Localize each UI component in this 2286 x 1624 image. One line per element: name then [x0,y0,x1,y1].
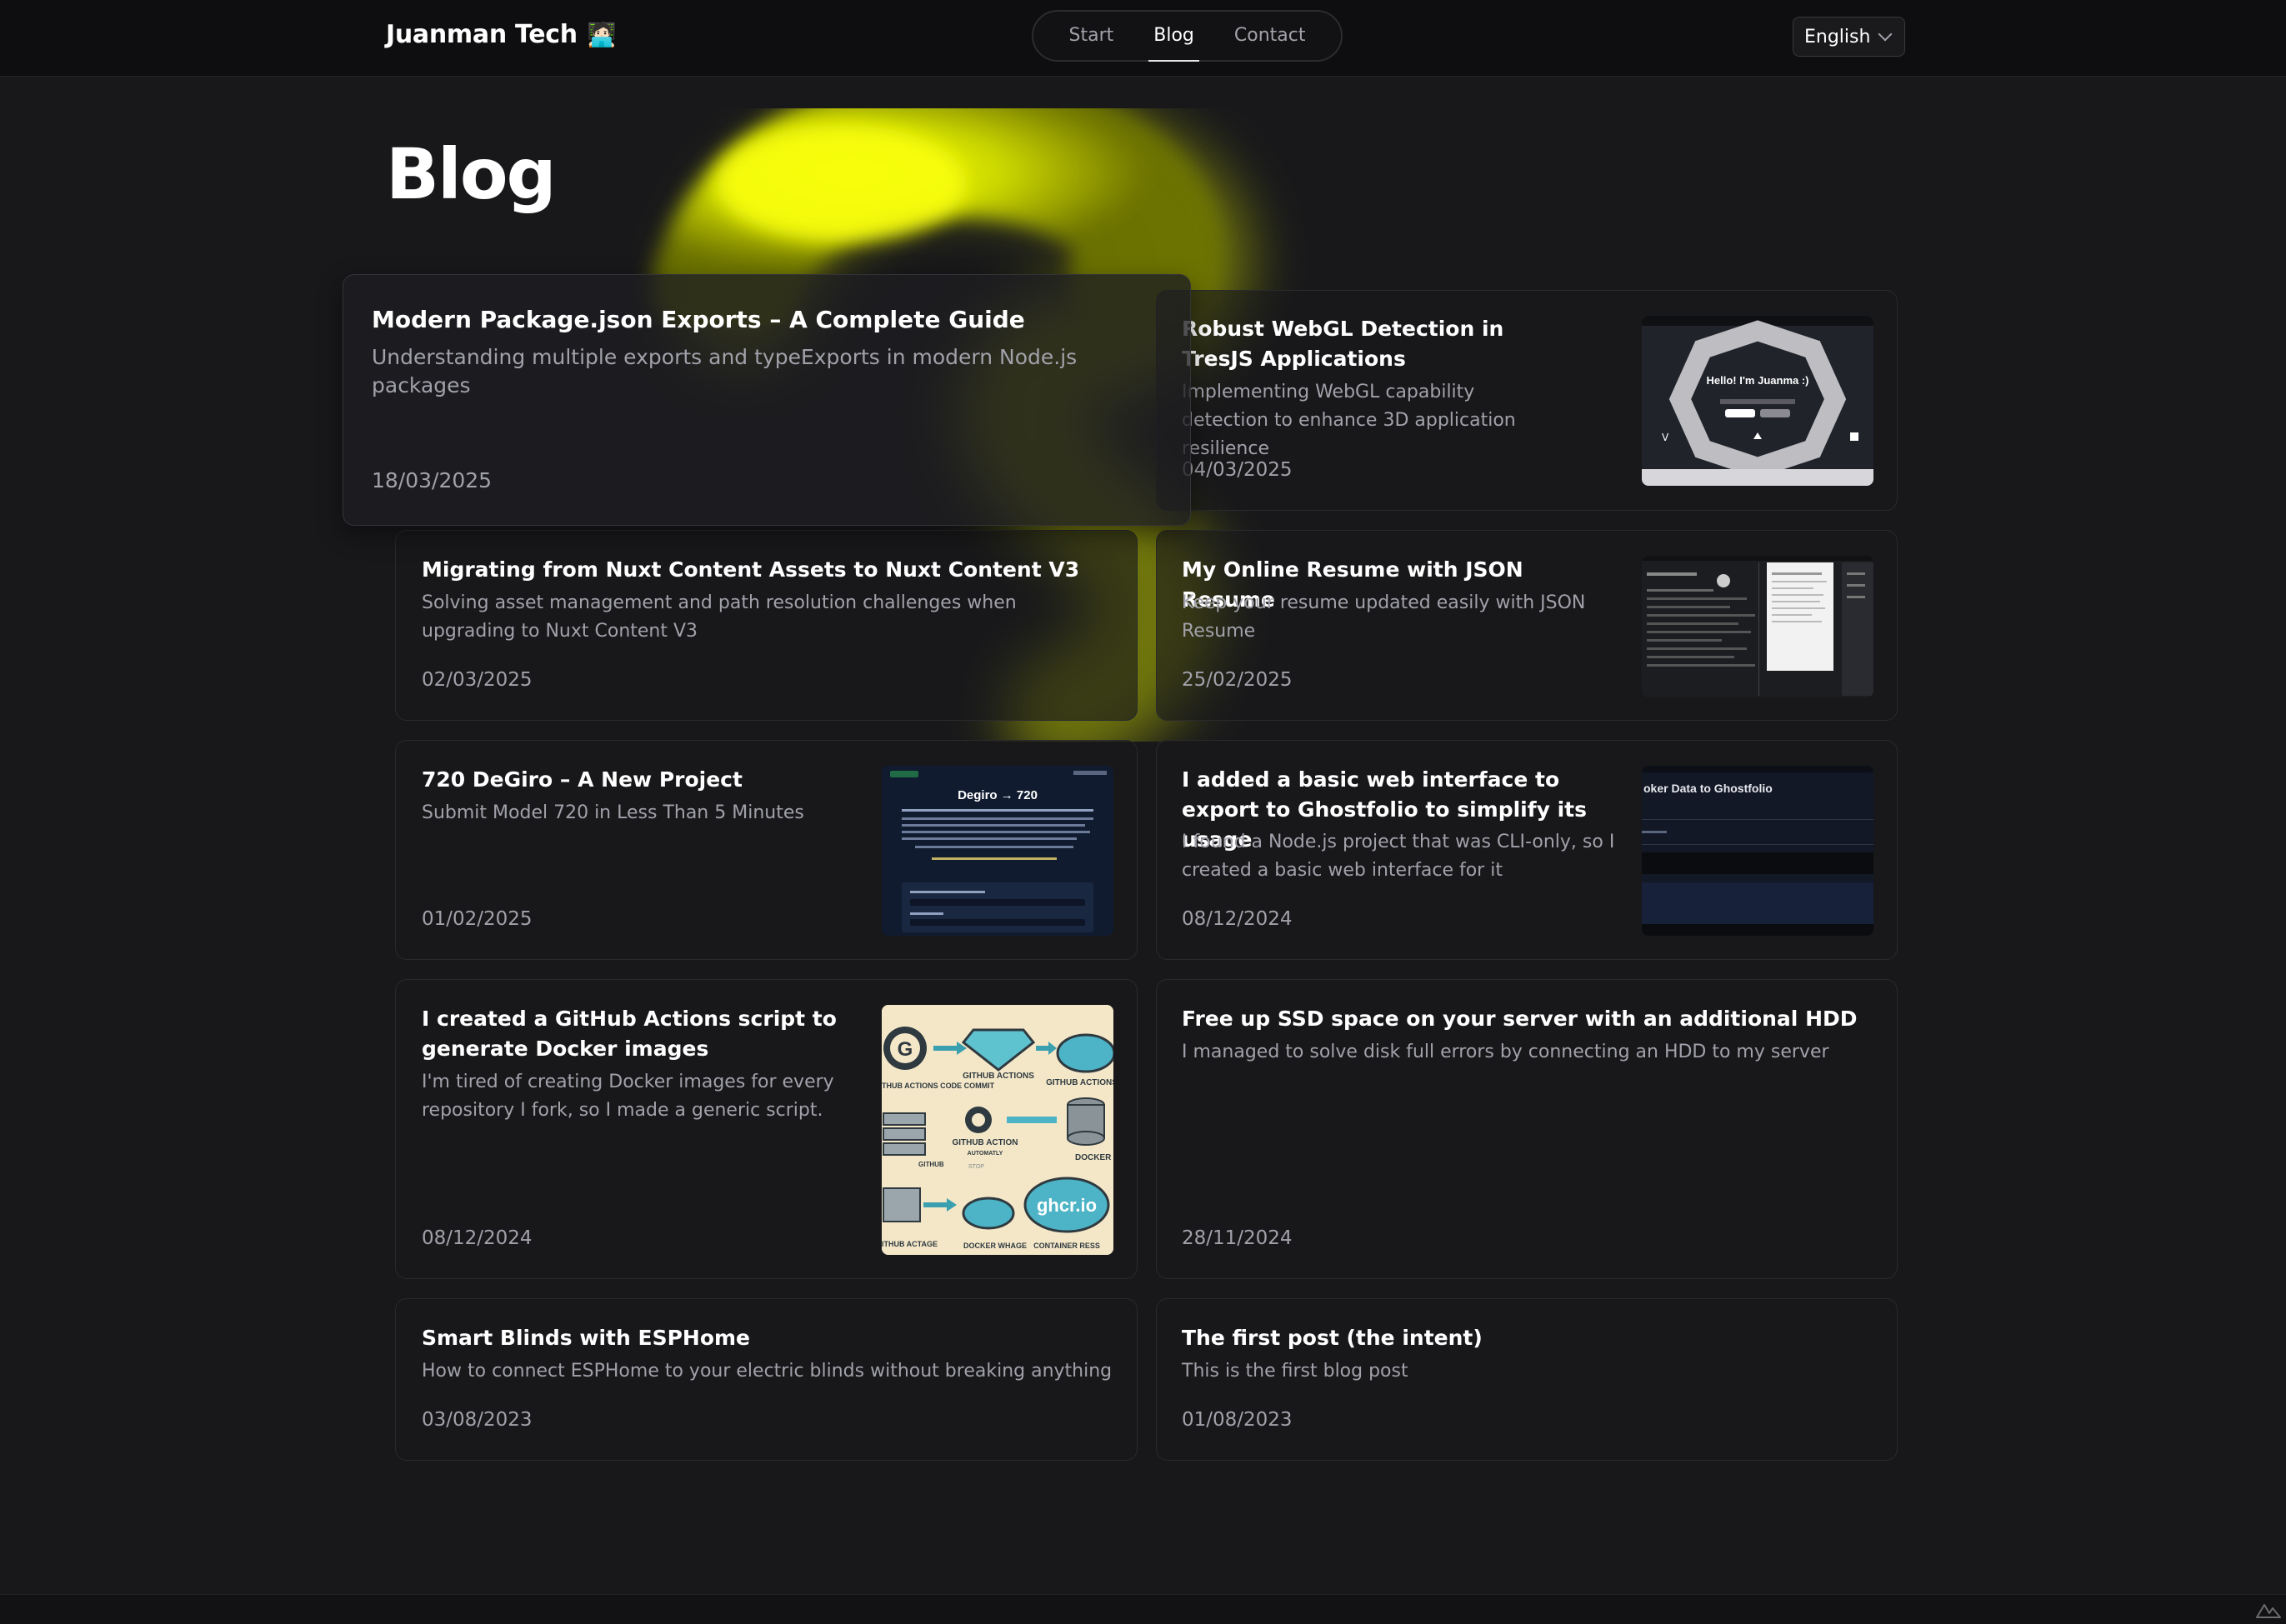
thumbnail-label: ITHUB ACTAGE [882,1240,938,1248]
post-title[interactable]: 720 DeGiro – A New Project [422,765,855,795]
thumbnail-label: DOCKER WHAGE [963,1242,1027,1250]
post-date: 28/11/2024 [1182,1227,1293,1249]
thumbnail-label: ghcr.io [1037,1195,1097,1216]
post-description: I'm tired of creating Docker images for … [422,1072,834,1121]
brand-name[interactable]: Juanman Tech [386,20,578,49]
brand-avatar-icon: 🧑🏻‍💻 [587,21,617,48]
post-date: 03/08/2023 [422,1409,533,1431]
post-thumbnail: G THUB ACTIONS CODE COMMIT GITHUB ACTION… [882,1005,1113,1255]
thumbnail-caption: Hello! I'm Juanma :) [1707,374,1809,387]
thumbnail-label: GITHUB [918,1161,944,1168]
thumbnail-label: AUTOMATLY [968,1151,1003,1157]
post-thumbnail [1642,556,1873,697]
post-date: 18/03/2025 [372,468,493,492]
post-thumbnail: Degiro → 720 [882,766,1113,936]
post-title[interactable]: The first post (the intent) [1182,1323,1865,1353]
blog-card[interactable]: Migrating from Nuxt Content Assets to Nu… [395,530,1138,721]
top-navigation-bar: Juanman Tech 🧑🏻‍💻 Start Blog Contact Eng… [0,0,2286,77]
post-date: 25/02/2025 [1182,669,1293,691]
post-title[interactable]: Smart Blinds with ESPHome [422,1323,1105,1353]
chevron-down-icon [1878,27,1893,42]
nav-start[interactable]: Start [1049,10,1134,62]
blog-card[interactable]: The first post (the intent) This is the … [1156,1298,1898,1461]
thumbnail-caption: oker Data to Ghostfolio [1643,782,1773,795]
thumbnail-label: THUB ACTIONS CODE COMMIT [882,1082,995,1090]
blog-card[interactable]: My Online Resume with JSON Resume Keep y… [1156,530,1898,721]
post-date: 01/08/2023 [1182,1409,1293,1431]
svg-text:G: G [898,1038,913,1061]
post-date: 01/02/2025 [422,908,533,930]
post-description: I found a Node.js project that was CLI-o… [1182,832,1615,881]
post-title[interactable]: Modern Package.json Exports – A Complete… [372,305,1155,335]
language-label: English [1804,26,1871,47]
thumbnail-label: STOP [968,1164,984,1170]
post-title[interactable]: Migrating from Nuxt Content Assets to Nu… [422,555,1105,585]
blog-card[interactable]: I added a basic web interface to export … [1156,740,1898,960]
thumbnail-label: DOCKER IMAG [1075,1153,1113,1162]
thumbnail-label: GITHUB ACTION [952,1138,1018,1147]
post-description: Keep your resume updated easily with JSO… [1182,592,1586,642]
post-title[interactable]: I created a GitHub Actions script to gen… [422,1004,863,1064]
nav-blog[interactable]: Blog [1133,10,1214,62]
blog-card[interactable]: Robust WebGL Detection in TresJS Applica… [1156,290,1898,511]
post-description: This is the first blog post [1182,1361,1408,1382]
post-thumbnail: Hello! I'm Juanma :) V [1642,316,1873,486]
post-description: Submit Model 720 in Less Than 5 Minutes [422,802,804,823]
blog-card[interactable]: Smart Blinds with ESPHome How to connect… [395,1298,1138,1461]
svg-text:V: V [1662,432,1669,443]
post-description: How to connect ESPHome to your electric … [422,1361,1113,1382]
blog-card[interactable]: Free up SSD space on your server with an… [1156,979,1898,1279]
thumbnail-label: GITHUB ACTIONS [1046,1078,1113,1087]
nuxt-logo-icon[interactable] [2254,1599,2283,1621]
post-thumbnail: oker Data to Ghostfolio [1642,766,1873,936]
nav-contact[interactable]: Contact [1214,10,1326,62]
blog-card[interactable]: I created a GitHub Actions script to gen… [395,979,1138,1279]
post-description: Implementing WebGL capability detection … [1182,382,1516,459]
post-description: Understanding multiple exports and typeE… [372,345,1078,397]
thumbnail-label: CONTAINER RESS [1033,1242,1100,1250]
page-title: Blog [386,133,557,215]
blog-card[interactable]: 720 DeGiro – A New Project Submit Model … [395,740,1138,960]
post-date: 08/12/2024 [422,1227,533,1249]
post-date: 08/12/2024 [1182,908,1293,930]
site-brand[interactable]: Juanman Tech 🧑🏻‍💻 [386,20,617,49]
post-date: 02/03/2025 [422,669,533,691]
post-title[interactable]: Free up SSD space on your server with an… [1182,1004,1865,1034]
post-description: Solving asset management and path resolu… [422,592,1017,642]
thumbnail-label: GITHUB ACTIONS [963,1072,1034,1081]
main-nav: Start Blog Contact [1032,10,1343,62]
blog-card-featured[interactable]: Modern Package.json Exports – A Complete… [343,274,1191,526]
post-date: 04/03/2025 [1182,459,1293,481]
post-description: I managed to solve disk full errors by c… [1182,1042,1829,1062]
footer-bar [0,1594,2286,1624]
thumbnail-caption: Degiro → 720 [958,788,1038,802]
language-select[interactable]: English [1793,17,1905,57]
post-title[interactable]: Robust WebGL Detection in TresJS Applica… [1182,314,1532,374]
